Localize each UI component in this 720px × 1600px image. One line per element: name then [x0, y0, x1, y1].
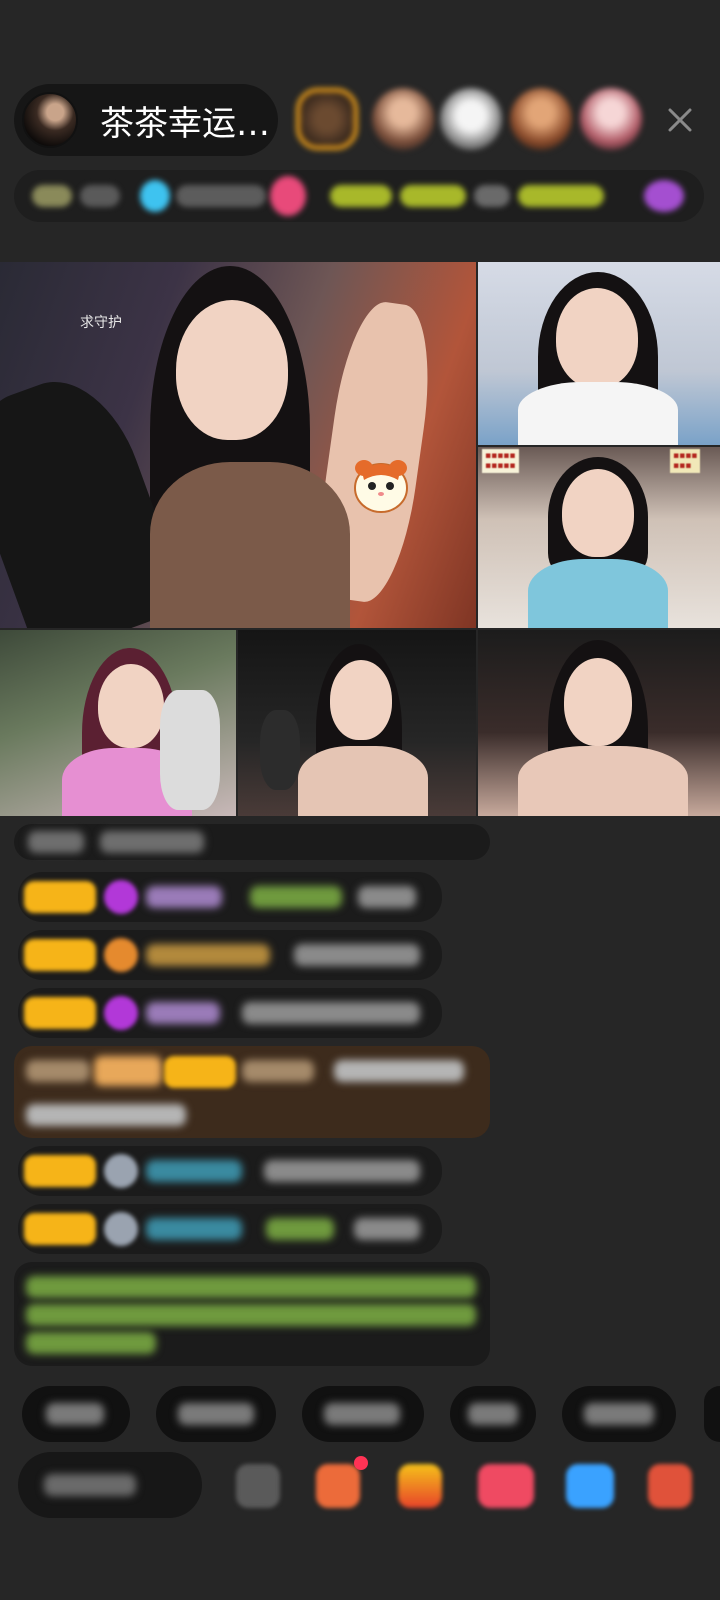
emoji-icon[interactable]: [236, 1464, 280, 1508]
fan-club-icon[interactable]: [316, 1464, 360, 1508]
level-badge: [24, 1213, 96, 1245]
info-text: [80, 185, 120, 207]
diamond-icon: [104, 880, 138, 914]
chat-message[interactable]: [18, 1146, 442, 1196]
hamster-sticker-icon: [354, 460, 408, 513]
streamer-figure: [0, 262, 476, 628]
quick-reply-button[interactable]: [22, 1386, 130, 1442]
more-icon[interactable]: [644, 180, 684, 212]
vip-chat-message[interactable]: [14, 1046, 490, 1138]
chat-message[interactable]: [18, 930, 442, 980]
chat-message[interactable]: [14, 824, 490, 860]
level-badge: [24, 997, 96, 1029]
gift-icon[interactable]: [648, 1464, 692, 1508]
avatar: [104, 1154, 138, 1188]
viewer-avatar[interactable]: [372, 88, 434, 150]
host-name: 茶茶幸运…: [100, 103, 270, 144]
avatar: [104, 1212, 138, 1246]
chat-message[interactable]: [18, 988, 442, 1038]
chat-message[interactable]: [18, 1204, 442, 1254]
guest-video-tile[interactable]: [478, 630, 720, 816]
viewer-avatar[interactable]: [510, 88, 572, 150]
main-video-tile[interactable]: 求守护: [0, 262, 476, 628]
tag-text: [474, 185, 510, 207]
rank-icon: [32, 185, 72, 207]
notification-dot: [354, 1456, 368, 1470]
red-packet-icon[interactable]: [478, 1464, 534, 1508]
status-bar-area: [0, 0, 720, 80]
gift-icon[interactable]: [270, 176, 306, 216]
comment-input[interactable]: [18, 1452, 202, 1518]
medal-icon: [104, 938, 138, 972]
guest-video-tile[interactable]: ▪▪▪▪▪ ▪▪▪▪▪ ▪▪▪▪ ▪▪▪: [478, 447, 720, 628]
info-text: [176, 185, 266, 207]
guest-video-tile[interactable]: [238, 630, 476, 816]
room-sticker: ▪▪▪▪▪ ▪▪▪▪▪: [482, 449, 519, 473]
tag-text: [400, 185, 466, 207]
quick-reply-button[interactable]: [562, 1386, 676, 1442]
tag-text: [330, 185, 392, 207]
chat-message[interactable]: [18, 872, 442, 922]
tag-text: [518, 185, 604, 207]
quick-reply-button[interactable]: [704, 1386, 720, 1442]
video-caption: 求守护: [80, 315, 122, 331]
level-badge: [24, 881, 96, 913]
quick-reply-button[interactable]: [302, 1386, 424, 1442]
guest-video-tile[interactable]: [0, 630, 236, 816]
level-badge: [24, 939, 96, 971]
quick-reply-button[interactable]: [156, 1386, 276, 1442]
quick-reply-button[interactable]: [450, 1386, 536, 1442]
system-notice: [14, 1262, 490, 1366]
room-sticker: ▪▪▪▪ ▪▪▪: [670, 449, 701, 473]
level-badge: [164, 1056, 236, 1088]
share-icon[interactable]: [566, 1464, 614, 1508]
guest-video-tile[interactable]: [478, 262, 720, 445]
diamond-icon: [104, 996, 138, 1030]
hot-icon: [140, 180, 170, 212]
gift-box-icon[interactable]: [398, 1464, 442, 1508]
host-avatar[interactable]: [22, 92, 78, 148]
room-info-row[interactable]: [14, 170, 704, 222]
level-badge: [24, 1155, 96, 1187]
host-info-chip[interactable]: 茶茶幸运…: [14, 84, 278, 156]
viewer-avatar[interactable]: [440, 88, 502, 150]
viewer-avatar[interactable]: [296, 88, 358, 150]
close-icon[interactable]: [660, 100, 700, 140]
viewer-avatar[interactable]: [580, 88, 642, 150]
